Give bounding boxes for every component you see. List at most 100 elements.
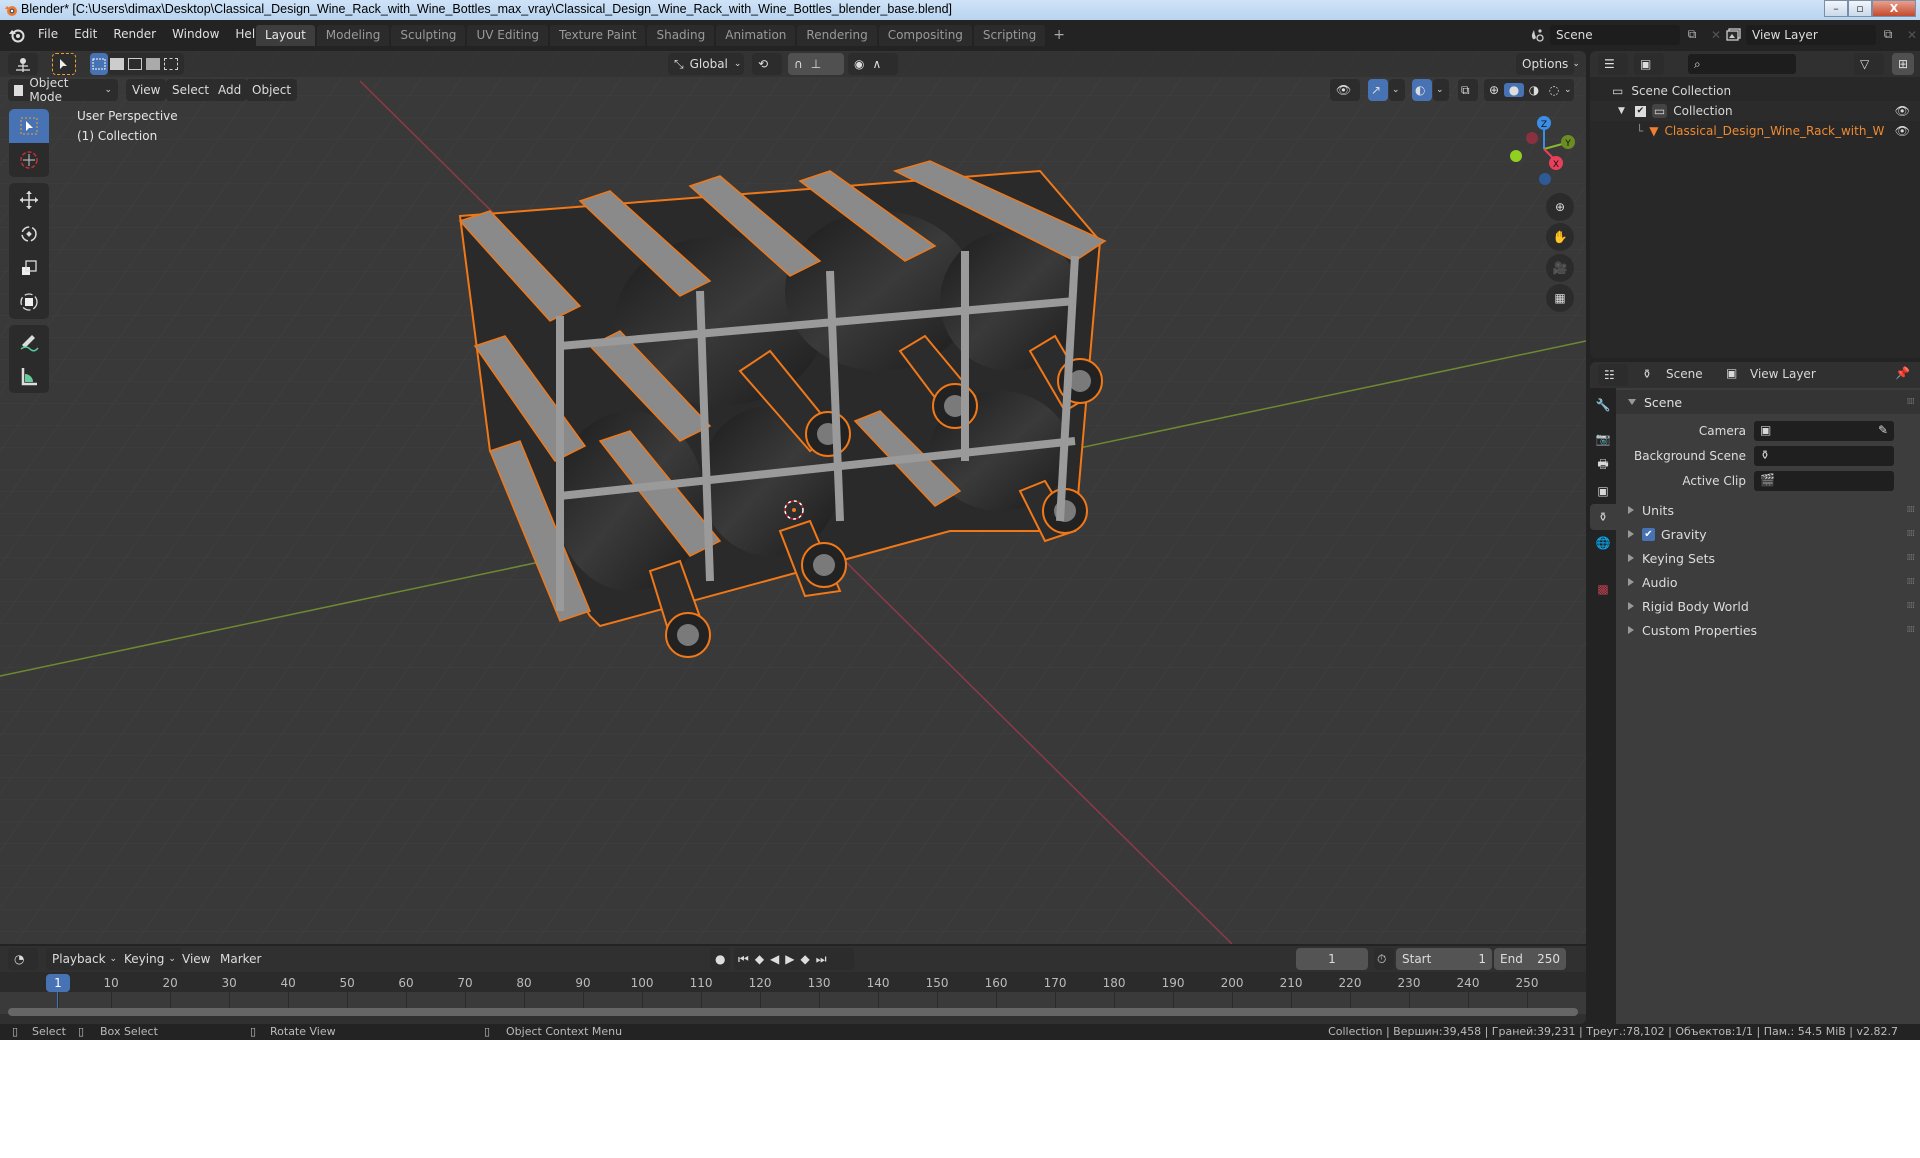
tab-world[interactable]: 🌐 [1590, 530, 1616, 556]
current-frame-indicator[interactable]: 1 [46, 974, 70, 992]
drag-handle-icon[interactable]: ⁞⁞⁞⁞ [1907, 505, 1916, 515]
tab-rendering[interactable]: Rendering [797, 25, 877, 46]
menu-add[interactable]: Add [212, 79, 248, 101]
transform-orientation-dropdown[interactable]: ⤡ Global ⌄ [668, 53, 744, 75]
maximize-button[interactable]: ▫ [1848, 0, 1872, 17]
drag-handle-icon[interactable]: ⁞⁞⁞⁞ [1907, 529, 1916, 539]
select-subtract-icon[interactable] [128, 58, 142, 70]
rigid-body-world-panel[interactable]: Rigid Body World ⁞⁞⁞⁞ [1616, 594, 1920, 618]
drag-handle-icon[interactable]: ⁞⁞⁞⁞ [1907, 601, 1916, 611]
transform-tool[interactable] [9, 285, 49, 319]
outliner-search-input[interactable]: ⌕ [1688, 54, 1796, 74]
select-intersect-icon[interactable] [164, 58, 178, 70]
tab-texture-paint[interactable]: Texture Paint [550, 25, 646, 46]
pin-icon[interactable]: 📌 [1895, 366, 1910, 380]
keying-sets-panel[interactable]: Keying Sets ⁞⁞⁞⁞ [1616, 546, 1920, 570]
eye-visibility-icon[interactable]: 👁 [1895, 124, 1910, 138]
tab-animation[interactable]: Animation [716, 25, 796, 46]
menu-edit[interactable]: Edit [66, 27, 105, 41]
outliner-item-collection[interactable]: ▼ ✔ ▭ Collection 👁 [1590, 101, 1920, 121]
exclude-checkbox[interactable]: ✔ [1634, 105, 1646, 117]
menu-view[interactable]: View [126, 79, 167, 101]
drag-handle-icon[interactable]: ⁞⁞⁞⁞ [1907, 577, 1916, 587]
filter-dropdown[interactable]: ▽ [1854, 53, 1884, 75]
tab-scripting[interactable]: Scripting [973, 25, 1046, 46]
tab-uv-editing[interactable]: UV Editing [467, 25, 549, 46]
proportional-edit-toggle[interactable]: ◉ ∧ [848, 53, 898, 75]
properties-editor-type-button[interactable]: ☷ [1598, 364, 1628, 386]
scale-tool[interactable] [9, 251, 49, 285]
mode-dropdown[interactable]: Object Mode ⌄ [8, 76, 118, 104]
neg-y-axis-ball[interactable] [1510, 150, 1522, 162]
next-keyframe-icon[interactable]: ◆ [801, 952, 810, 966]
active-tool-button[interactable] [52, 53, 76, 75]
tab-output[interactable]: 🖶 [1590, 452, 1616, 478]
select-extend-icon[interactable] [110, 58, 124, 70]
move-tool[interactable] [9, 183, 49, 217]
outliner-item-scene-collection[interactable]: ▭ Scene Collection [1590, 81, 1920, 101]
add-workspace-button[interactable]: + [1047, 25, 1071, 46]
timeline-editor-type-button[interactable]: ◔ [8, 948, 38, 970]
neg-z-axis-ball[interactable] [1539, 173, 1551, 185]
tab-view-layer[interactable]: ▣ [1590, 478, 1616, 504]
eyedropper-icon[interactable]: ✎ [1878, 423, 1888, 437]
prev-keyframe-icon[interactable]: ◆ [755, 952, 764, 966]
material-shading-icon[interactable]: ◑ [1524, 83, 1544, 97]
play-reverse-icon[interactable]: ◀ [770, 952, 779, 966]
viewport-canvas[interactable] [0, 51, 1586, 944]
gravity-panel[interactable]: ✔ Gravity ⁞⁞⁞⁞ [1616, 522, 1920, 546]
tab-texture[interactable]: ▩ [1590, 576, 1616, 602]
tab-tool[interactable]: 🔧 [1590, 392, 1616, 418]
options-dropdown[interactable]: Options ⌄ [1516, 53, 1580, 75]
play-icon[interactable]: ▶ [785, 952, 794, 966]
xray-toggle[interactable]: ⧉ [1458, 79, 1478, 101]
editor-type-button[interactable] [8, 53, 38, 75]
new-collection-button[interactable]: ⊞ [1892, 53, 1914, 75]
camera-field[interactable]: ▣ ✎ [1754, 421, 1894, 441]
rendered-shading-icon[interactable]: ◌ [1544, 83, 1564, 97]
background-scene-field[interactable]: ⚱ [1754, 446, 1894, 466]
gravity-checkbox[interactable]: ✔ [1642, 527, 1655, 541]
jump-end-icon[interactable]: ⏭ [816, 952, 827, 967]
scene-icon[interactable] [1526, 25, 1550, 45]
pivot-point-dropdown[interactable]: ⟲ [752, 53, 782, 75]
tab-compositing[interactable]: Compositing [878, 25, 972, 46]
camera-view-button[interactable]: 🎥 [1546, 254, 1574, 282]
overlays-toggle[interactable]: ◐ [1412, 79, 1432, 101]
delete-view-layer-icon[interactable]: ✕ [1900, 25, 1920, 45]
gizmo-dropdown[interactable]: ⌄ [1389, 79, 1405, 101]
jump-start-icon[interactable]: ⏮ [738, 952, 749, 967]
expand-triangle-icon[interactable]: ▼ [1618, 106, 1625, 116]
outliner-item-wine-rack-object[interactable]: └ ▼ Classical_Design_Wine_Rack_with_Wine… [1590, 121, 1920, 141]
view-layer-icon[interactable] [1722, 25, 1746, 45]
custom-properties-panel[interactable]: Custom Properties ⁞⁞⁞⁞ [1616, 618, 1920, 642]
annotate-tool[interactable] [9, 325, 49, 359]
overlays-dropdown[interactable]: ⌄ [1433, 79, 1449, 101]
playback-menu[interactable]: Playback ⌄ [46, 948, 124, 970]
active-clip-field[interactable]: 🎬 [1754, 471, 1894, 491]
eye-visibility-icon[interactable]: 👁 [1895, 104, 1910, 118]
new-scene-icon[interactable]: ⧉ [1680, 25, 1704, 45]
menu-window[interactable]: Window [164, 27, 227, 41]
chevron-down-icon[interactable]: ⌄ [1564, 85, 1572, 95]
current-frame-field[interactable]: 1 [1296, 948, 1368, 970]
scene-panel-header[interactable]: Scene ⁞⁞⁞⁞ [1616, 390, 1920, 414]
pan-view-button[interactable]: ✋ [1546, 223, 1574, 251]
blender-menu-icon[interactable] [8, 26, 26, 44]
minimize-button[interactable]: – [1824, 0, 1848, 17]
keying-menu[interactable]: Keying ⌄ [118, 948, 182, 970]
audio-panel[interactable]: Audio ⁞⁞⁞⁞ [1616, 570, 1920, 594]
menu-select[interactable]: Select [166, 79, 216, 101]
units-panel[interactable]: Units ⁞⁞⁞⁞ [1616, 498, 1920, 522]
outliner-editor-type-button[interactable]: ☰ [1598, 53, 1628, 75]
display-mode-dropdown[interactable]: ▣ [1634, 53, 1664, 75]
tab-render[interactable]: 📷 [1590, 426, 1616, 452]
selectability-visibility-dropdown[interactable]: 👁 [1330, 79, 1360, 101]
select-mode-new[interactable] [90, 53, 108, 75]
start-frame-field[interactable]: Start 1 [1396, 948, 1492, 970]
end-frame-field[interactable]: End 250 [1494, 948, 1566, 970]
close-button[interactable]: X [1872, 0, 1916, 17]
drag-handle-icon[interactable]: ⁞⁞⁞⁞ [1907, 397, 1916, 407]
marker-menu[interactable]: Marker [214, 948, 267, 970]
select-invert-icon[interactable] [146, 58, 160, 70]
